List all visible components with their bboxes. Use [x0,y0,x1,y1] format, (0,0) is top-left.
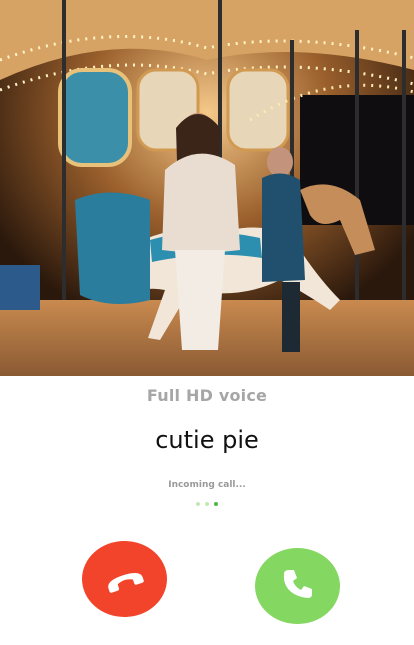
progress-dot [196,502,200,506]
ringing-progress-indicator [0,502,414,508]
call-status-text: Incoming call... [168,480,246,490]
progress-dot-active [214,502,218,506]
caller-name: cutie pie [155,426,259,454]
phone-answer-icon [276,562,320,611]
progress-dot [205,502,209,506]
accept-call-button[interactable] [255,548,340,624]
decline-call-button[interactable] [82,541,167,617]
phone-hangup-icon [101,553,149,606]
caller-photo [0,0,414,376]
call-quality-label: Full HD voice [146,386,268,405]
